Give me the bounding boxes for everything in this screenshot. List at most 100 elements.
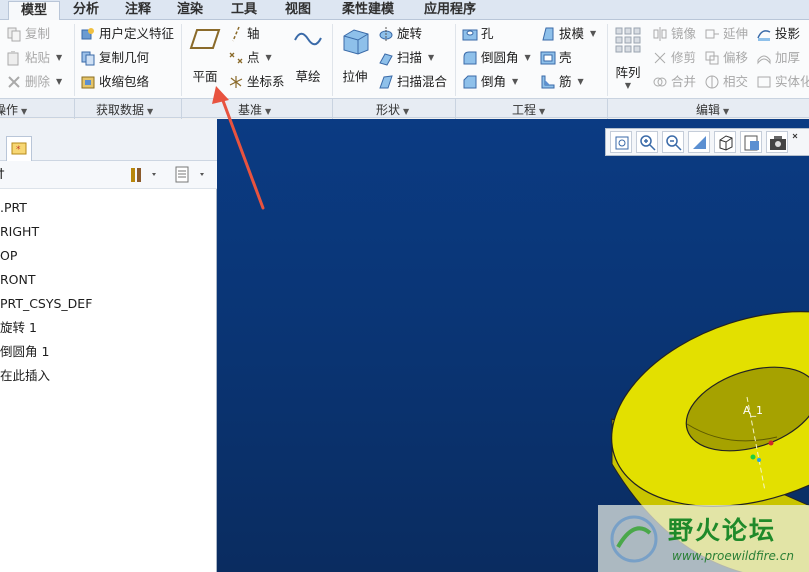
offset-label: 偏移: [723, 50, 749, 65]
watermark-url: www.proewildfire.cn: [672, 549, 794, 563]
delete-button[interactable]: 删除 ▼: [6, 72, 62, 92]
rib-button[interactable]: 筋 ▼: [540, 72, 584, 92]
trim-button[interactable]: 修剪: [652, 48, 696, 68]
chamfer-button[interactable]: 倒角 ▼: [462, 72, 518, 92]
revolve-icon: [378, 26, 394, 42]
mirror-button[interactable]: 镜像: [652, 24, 696, 44]
tree-item-top[interactable]: OP: [0, 246, 17, 266]
mirror-icon: [652, 26, 668, 42]
sketch-icon: [293, 26, 323, 52]
draft-icon: [540, 26, 556, 42]
group-datum[interactable]: 基准 ▼: [238, 101, 271, 118]
round-button[interactable]: 倒圆角 ▼: [462, 48, 531, 68]
repaint-button[interactable]: [688, 131, 710, 153]
tree-item-round[interactable]: 倒圆角 1: [0, 342, 49, 362]
tab-render[interactable]: 渲染: [166, 1, 214, 20]
shrinkwrap-icon: [80, 74, 96, 90]
shell-button[interactable]: 壳: [540, 48, 572, 68]
zoom-in-icon: [640, 135, 656, 151]
refit-button[interactable]: [610, 131, 632, 153]
chamfer-label: 倒角: [481, 74, 507, 89]
group-editing[interactable]: 编辑 ▼: [696, 101, 729, 118]
draft-button[interactable]: 拔模 ▼: [540, 24, 596, 44]
tab-analysis[interactable]: 分析: [62, 1, 110, 20]
point-label: 点: [247, 50, 260, 65]
group-operations[interactable]: 操作 ▼: [0, 101, 27, 118]
tree-item-revolve[interactable]: 旋转 1: [0, 318, 37, 338]
thicken-button[interactable]: 加厚: [756, 48, 800, 68]
hole-button[interactable]: 孔: [462, 24, 494, 44]
tree-settings-icon[interactable]: [130, 166, 160, 187]
paste-label: 粘贴: [25, 50, 51, 65]
csys-label: 坐标系: [247, 74, 285, 89]
extend-button[interactable]: 延伸: [704, 24, 748, 44]
paste-icon: [6, 50, 22, 66]
mirror-label: 镜像: [671, 26, 697, 41]
saved-orientations-button[interactable]: [714, 131, 736, 153]
solidify-button[interactable]: 实体化: [756, 72, 809, 92]
tab-applications[interactable]: 应用程序: [410, 1, 490, 20]
zoom-out-icon: [666, 135, 682, 151]
offset-button[interactable]: 偏移: [704, 48, 748, 68]
rib-icon: [540, 74, 556, 90]
swept-blend-label: 扫描混合: [397, 74, 448, 89]
pattern-button[interactable]: 阵列 ▼: [611, 26, 645, 90]
merge-label: 合并: [671, 74, 697, 89]
view-toolbar-overflow[interactable]: [792, 131, 798, 153]
copy-button[interactable]: 复制: [6, 24, 50, 44]
tab-annotate[interactable]: 注释: [114, 1, 162, 20]
tree-item-insert-here[interactable]: 在此插入: [0, 366, 50, 386]
revolve-label: 旋转: [397, 26, 423, 41]
csys-icon: [228, 74, 244, 90]
tree-item-right[interactable]: RIGHT: [0, 222, 39, 242]
shrinkwrap-button[interactable]: 收缩包络: [80, 72, 149, 92]
tree-item-front[interactable]: RONT: [0, 270, 36, 290]
tree-item-csys[interactable]: PRT_CSYS_DEF: [0, 294, 92, 314]
model-tree-header: †: [0, 167, 5, 182]
tab-tools[interactable]: 工具: [220, 1, 268, 20]
udf-button[interactable]: 用户定义特征: [80, 24, 174, 44]
sketch-button[interactable]: 草绘: [290, 26, 326, 85]
forum-watermark: 野火论坛 www.proewildfire.cn: [598, 505, 809, 572]
intersect-label: 相交: [723, 74, 749, 89]
copy-geometry-button[interactable]: 复制几何: [80, 48, 149, 68]
zoom-in-button[interactable]: [636, 131, 658, 153]
axis-icon: [228, 26, 244, 42]
csys-button[interactable]: 坐标系: [228, 72, 285, 92]
swept-blend-button[interactable]: 扫描混合: [378, 72, 447, 92]
axis-button[interactable]: 轴: [228, 24, 260, 44]
tab-flexible-modeling[interactable]: 柔性建模: [328, 1, 408, 20]
svg-text:*: *: [16, 145, 21, 155]
chamfer-icon: [462, 74, 478, 90]
extrude-icon: [340, 26, 370, 56]
ribbon: 复制 粘贴 ▼ 删除 ▼ 用户定义特征 复制几何 收缩包络 平面 轴 点 ▼ 坐标系: [0, 20, 809, 98]
sweep-button[interactable]: 扫描 ▼: [378, 48, 434, 68]
revolve-button[interactable]: 旋转: [378, 24, 422, 44]
project-button[interactable]: 投影: [756, 24, 800, 44]
group-engineering[interactable]: 工程 ▼: [512, 101, 545, 118]
paste-button[interactable]: 粘贴 ▼: [6, 48, 62, 68]
point-icon: [228, 50, 244, 66]
merge-button[interactable]: 合并: [652, 72, 696, 92]
tree-item-part[interactable]: .PRT: [0, 198, 27, 218]
pattern-icon: [614, 26, 642, 56]
display-style-button[interactable]: [740, 131, 762, 153]
plane-button[interactable]: 平面: [186, 26, 224, 85]
folder-browser-tab[interactable]: *: [6, 136, 32, 161]
pattern-dropdown-arrow[interactable]: ▼: [611, 81, 645, 90]
point-button[interactable]: 点 ▼: [228, 48, 272, 68]
group-shapes[interactable]: 形状 ▼: [376, 101, 409, 118]
solidify-label: 实体化: [775, 74, 809, 89]
extrude-button[interactable]: 拉伸: [336, 26, 374, 85]
ribbon-group-labels: 操作 ▼ 获取数据 ▼ 基准 ▼ 形状 ▼ 工程 ▼ 编辑 ▼: [0, 98, 809, 119]
intersect-button[interactable]: 相交: [704, 72, 748, 92]
tab-model[interactable]: 模型: [8, 1, 60, 21]
screenshot-button[interactable]: [766, 131, 788, 153]
group-get-data[interactable]: 获取数据 ▼: [96, 101, 153, 118]
saved-orientations-icon: [719, 135, 733, 151]
show-filters-icon[interactable]: [174, 166, 208, 187]
pattern-label: 阵列: [615, 65, 641, 80]
sweep-icon: [378, 50, 394, 66]
zoom-out-button[interactable]: [662, 131, 684, 153]
tab-view[interactable]: 视图: [274, 1, 322, 20]
